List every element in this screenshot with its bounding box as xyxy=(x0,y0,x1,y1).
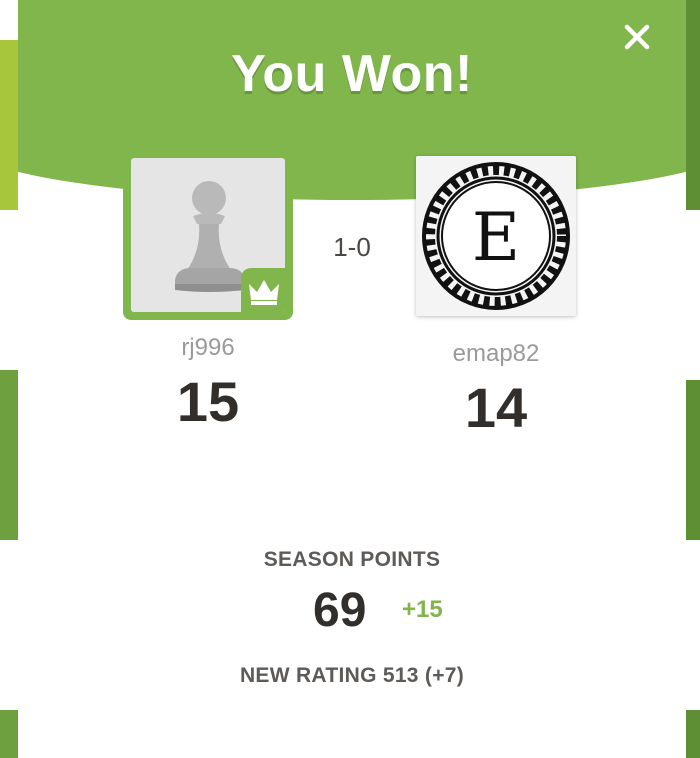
player-card-winner: rj996 15 xyxy=(118,150,298,430)
new-rating-text: NEW RATING 513 (+7) xyxy=(239,664,465,687)
close-button[interactable] xyxy=(622,22,652,52)
board-edge-right xyxy=(686,0,700,758)
crown-icon xyxy=(249,280,279,305)
winner-crown-badge xyxy=(241,268,285,312)
game-over-modal: You Won! rj996 15 1-0 E emap82 14 SEASON… xyxy=(18,0,686,758)
modal-title: You Won! xyxy=(231,45,473,103)
opponent-score: 14 xyxy=(464,376,528,439)
letter-e-avatar-icon: E xyxy=(416,156,576,316)
close-icon xyxy=(624,24,650,50)
winner-username[interactable]: rj996 xyxy=(118,334,298,362)
avatar-letter: E xyxy=(472,199,520,276)
game-result: 1-0 xyxy=(333,232,371,262)
winner-score: 15 xyxy=(176,370,240,433)
board-edge-left xyxy=(0,0,18,758)
opponent-username[interactable]: emap82 xyxy=(406,340,586,368)
opponent-avatar-frame[interactable]: E xyxy=(416,156,576,316)
season-points-value: 69 xyxy=(313,584,367,637)
season-points-label: SEASON POINTS xyxy=(263,548,441,571)
player-card-opponent: E emap82 14 xyxy=(406,150,586,436)
winner-avatar-frame[interactable] xyxy=(123,150,293,320)
pawn-avatar xyxy=(131,158,285,312)
season-points-delta: +15 xyxy=(402,596,443,623)
